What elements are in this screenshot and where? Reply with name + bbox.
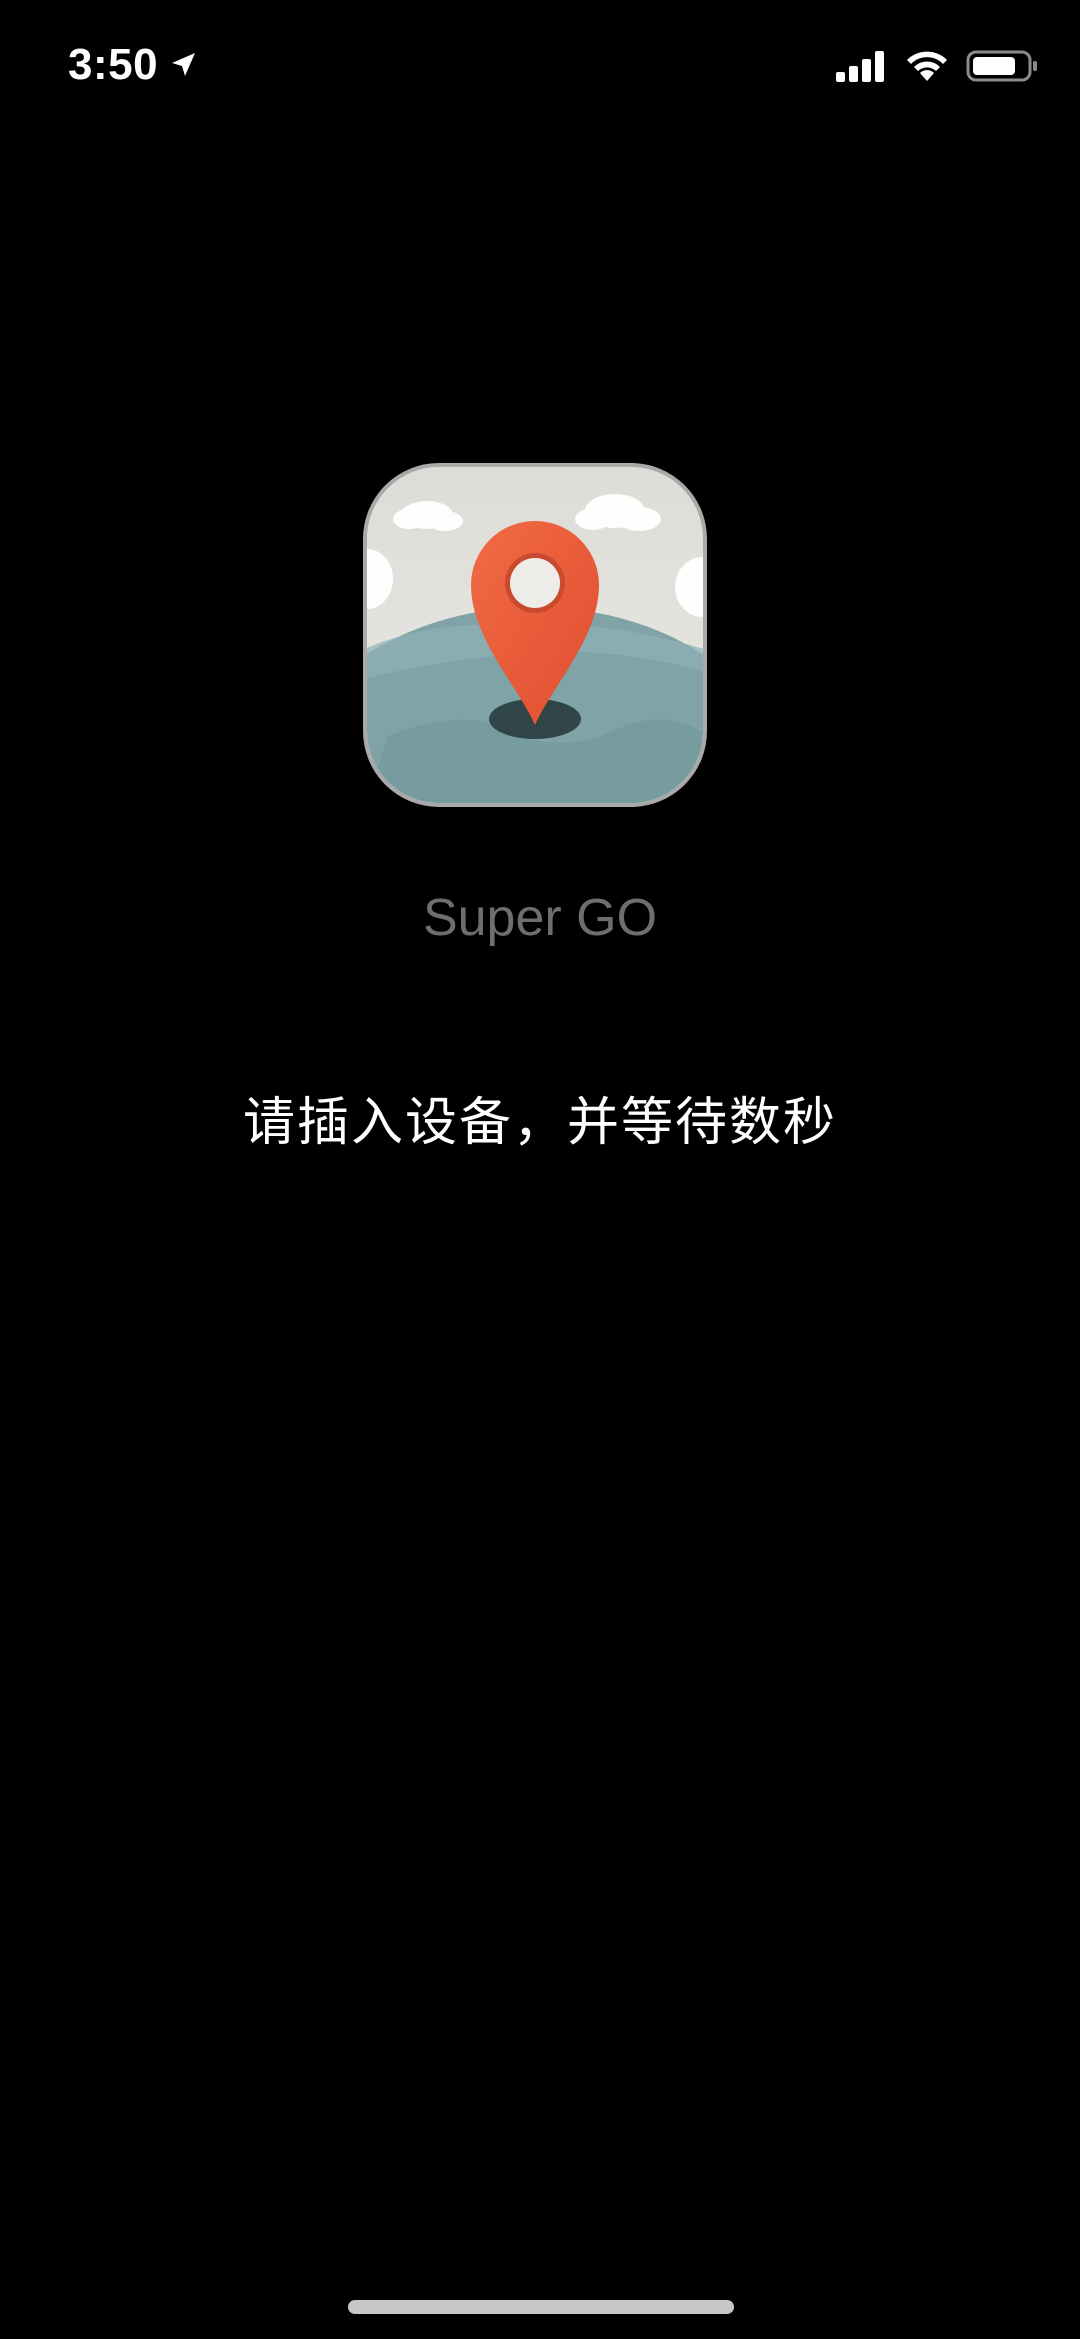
home-indicator[interactable] <box>348 2300 734 2314</box>
app-icon <box>363 463 707 807</box>
app-name: Super GO <box>422 889 658 947</box>
battery-icon <box>966 48 1040 84</box>
location-arrow-icon <box>168 50 198 80</box>
status-time: 3:50 <box>68 40 159 89</box>
status-time-group: 3:50 <box>68 40 198 90</box>
map-pin-globe-icon <box>367 467 703 803</box>
cellular-signal-icon <box>834 48 888 84</box>
status-indicators <box>834 46 1040 86</box>
instruction-text: 请插入设备，并等待数秒 <box>242 1093 837 1153</box>
wifi-icon <box>904 48 950 84</box>
status-bar: 3:50 <box>0 0 1080 132</box>
